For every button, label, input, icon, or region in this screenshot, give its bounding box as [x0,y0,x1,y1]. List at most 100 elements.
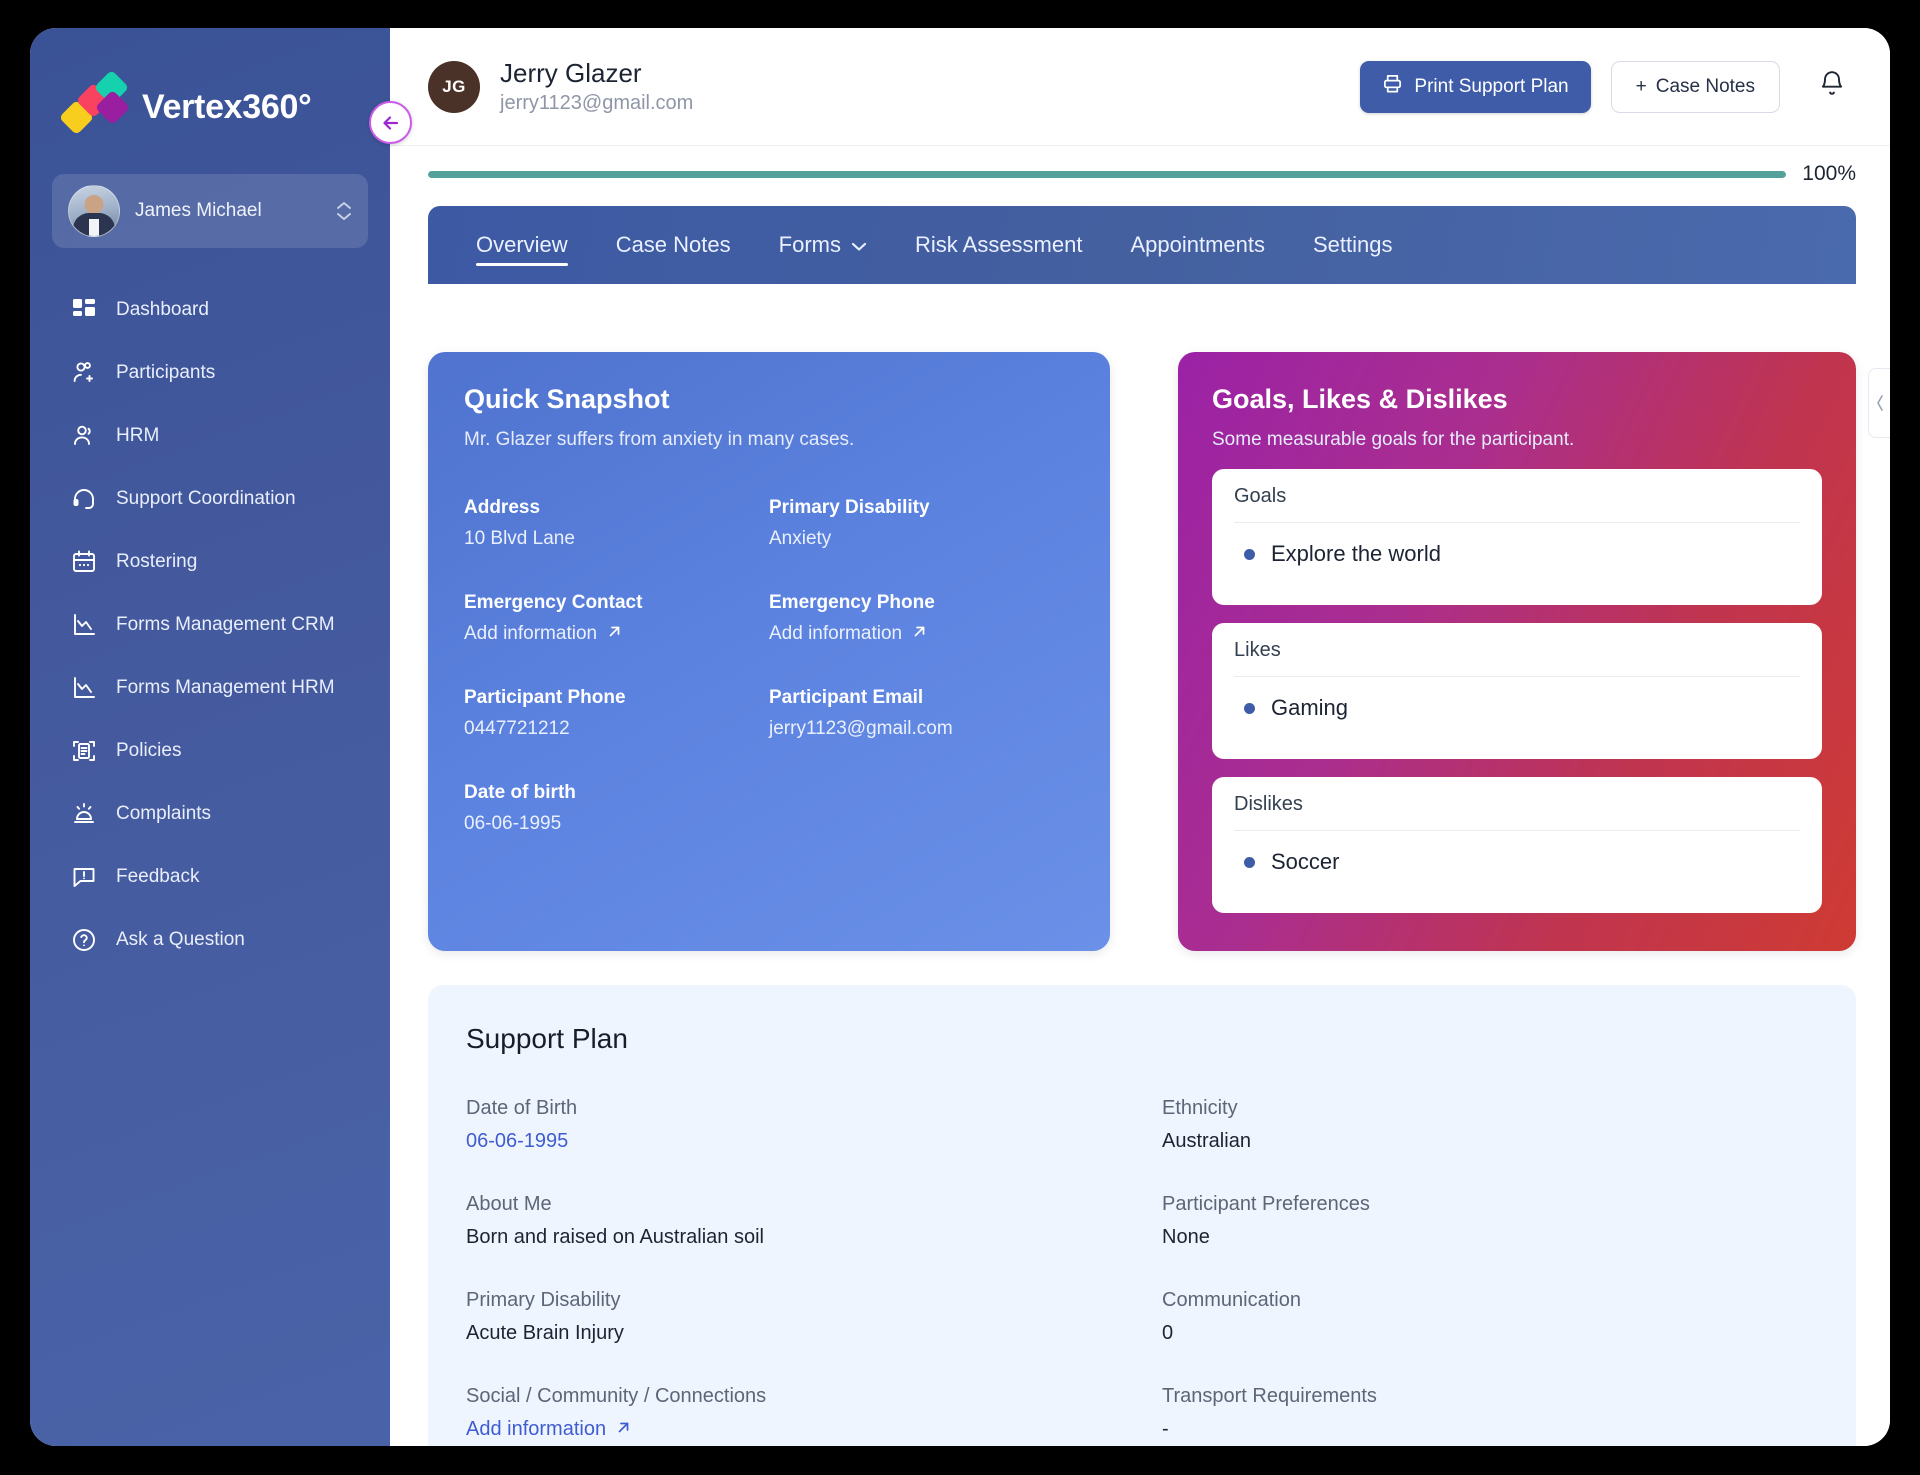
tab-label: Risk Assessment [914,232,1083,257]
field-value: Add information [769,623,903,644]
tab-label: Overview [476,232,568,257]
field-value: Add information [466,1418,607,1440]
app-screen: Vertex360° James Michael Dashboard Parti… [30,28,1890,1446]
sp-field-social-community-connections: Social / Community / Connections Add inf… [466,1385,1122,1441]
hrm-icon [70,422,98,450]
sidebar-user-switcher[interactable]: James Michael [52,174,368,248]
bullet-icon [1244,856,1255,868]
siren-icon [70,800,98,828]
sidebar-collapse-button[interactable] [369,101,412,144]
tab-forms[interactable]: Forms [761,206,885,284]
print-support-plan-label: Print Support Plan [1414,75,1569,97]
field-label: Ethnicity [1162,1097,1238,1119]
field-value: jerry1123@gmail.com [769,718,953,739]
arrow-left-icon [382,115,398,130]
sidebar-item-participants[interactable]: Participants [30,341,390,404]
sidebar-item-policies[interactable]: Policies [30,719,390,782]
bullet-icon [1244,702,1255,714]
main-area: JG Jerry Glazer jerry1123@gmail.com Prin… [390,28,1890,1446]
section-title: Goals [1234,485,1800,523]
chevron-updown-icon [336,201,352,221]
panel-resize-handle[interactable] [1868,368,1890,438]
tab-content-overview: Quick Snapshot Mr. Glazer suffers from a… [390,284,1890,1446]
sidebar-item-label: Feedback [116,865,200,887]
progress-track [428,170,1787,178]
participant-email: jerry1123@gmail.com [500,92,694,114]
comment-alert-icon [70,863,98,891]
field-address: Address 10 Blvd Lane [464,497,769,550]
add-case-notes-button[interactable]: + Case Notes [1610,60,1780,113]
field-label: Date of birth [464,782,576,803]
tab-bar: Overview Case Notes Forms Risk Assessmen… [428,206,1856,284]
field-label: Participant Email [769,687,924,708]
brand-name: Vertex360° [142,87,312,126]
sidebar-item-rostering[interactable]: Rostering [30,530,390,593]
sidebar-item-label: Support Coordination [116,487,296,509]
field-primary-disability: Primary Disability Anxiety [769,497,1074,550]
field-value: None [1162,1226,1210,1248]
add-information-link[interactable]: Add information [464,623,622,645]
field-emergency-contact: Emergency Contact Add information [464,592,769,645]
participant-avatar: JG [428,60,480,113]
tab-appointments[interactable]: Appointments [1112,206,1283,284]
tab-case-notes[interactable]: Case Notes [598,206,749,284]
print-support-plan-button[interactable]: Print Support Plan [1360,60,1591,113]
sidebar-item-dashboard[interactable]: Dashboard [30,278,390,341]
field-label: Emergency Phone [769,592,935,613]
sidebar-nav: Dashboard Participants HRM Support Coord… [30,278,390,971]
arrow-up-right-icon [912,623,927,645]
field-participant-email: Participant Email jerry1123@gmail.com [769,687,1074,740]
tab-settings[interactable]: Settings [1295,206,1411,284]
field-label: Participant Phone [464,687,626,708]
sidebar: Vertex360° James Michael Dashboard Parti… [30,28,390,1446]
tab-risk-assessment[interactable]: Risk Assessment [897,206,1101,284]
sidebar-item-label: Participants [116,361,216,383]
field-value: 0447721212 [464,718,570,739]
vertex-logo-icon [58,69,131,136]
tab-label: Case Notes [615,232,731,257]
notifications-button[interactable] [1808,63,1856,111]
sidebar-item-label: Ask a Question [116,928,245,950]
sidebar-item-forms-management-crm[interactable]: Forms Management CRM [30,593,390,656]
chart-icon [70,611,98,639]
sidebar-item-complaints[interactable]: Complaints [30,782,390,845]
printer-icon [1382,73,1403,100]
sidebar-item-hrm[interactable]: HRM [30,404,390,467]
section-title: Dislikes [1234,793,1800,831]
sidebar-item-label: Forms Management HRM [116,676,335,698]
participants-icon [70,359,98,387]
sidebar-item-feedback[interactable]: Feedback [30,845,390,908]
field-value: - [1162,1418,1169,1440]
plus-icon: + [1635,75,1647,97]
add-information-link[interactable]: Add information [769,623,927,645]
tab-overview[interactable]: Overview [458,206,586,284]
field-value: 0 [1162,1322,1174,1344]
arrow-up-right-icon [616,1418,631,1441]
goals-card-title: Goals, Likes & Dislikes [1212,384,1508,414]
field-participant-phone: Participant Phone 0447721212 [464,687,769,740]
sp-field-transport-requirements: Transport Requirements - [1162,1385,1818,1441]
list-item-label: Explore the world [1271,541,1441,566]
device-frame: Vertex360° James Michael Dashboard Parti… [0,0,1920,1475]
field-value: 10 Blvd Lane [464,528,575,549]
dislikes-section: Dislikes Soccer [1212,777,1822,913]
support-plan-title: Support Plan [466,1023,628,1054]
sp-field-participant-preferences: Participant Preferences None [1162,1193,1818,1249]
section-title: Likes [1234,639,1800,677]
sidebar-item-support-coordination[interactable]: Support Coordination [30,467,390,530]
brand-logo[interactable]: Vertex360° [30,28,390,148]
sidebar-item-label: Complaints [116,802,212,824]
support-plan-fields: Date of Birth 06-06-1995 Ethnicity Austr… [466,1097,1818,1441]
sidebar-item-forms-management-hrm[interactable]: Forms Management HRM [30,656,390,719]
sidebar-item-ask-a-question[interactable]: Ask a Question [30,908,390,971]
quick-snapshot-subtitle: Mr. Glazer suffers from anxiety in many … [464,429,855,450]
sidebar-item-label: Dashboard [116,298,209,320]
field-value: 06-06-1995 [466,1130,569,1152]
document-scan-icon [70,737,98,765]
field-value: Anxiety [769,528,832,549]
tab-label: Appointments [1130,232,1265,257]
add-information-link[interactable]: Add information [466,1418,631,1441]
avatar [68,185,120,237]
bullet-icon [1244,548,1255,560]
field-label: Communication [1162,1289,1301,1311]
